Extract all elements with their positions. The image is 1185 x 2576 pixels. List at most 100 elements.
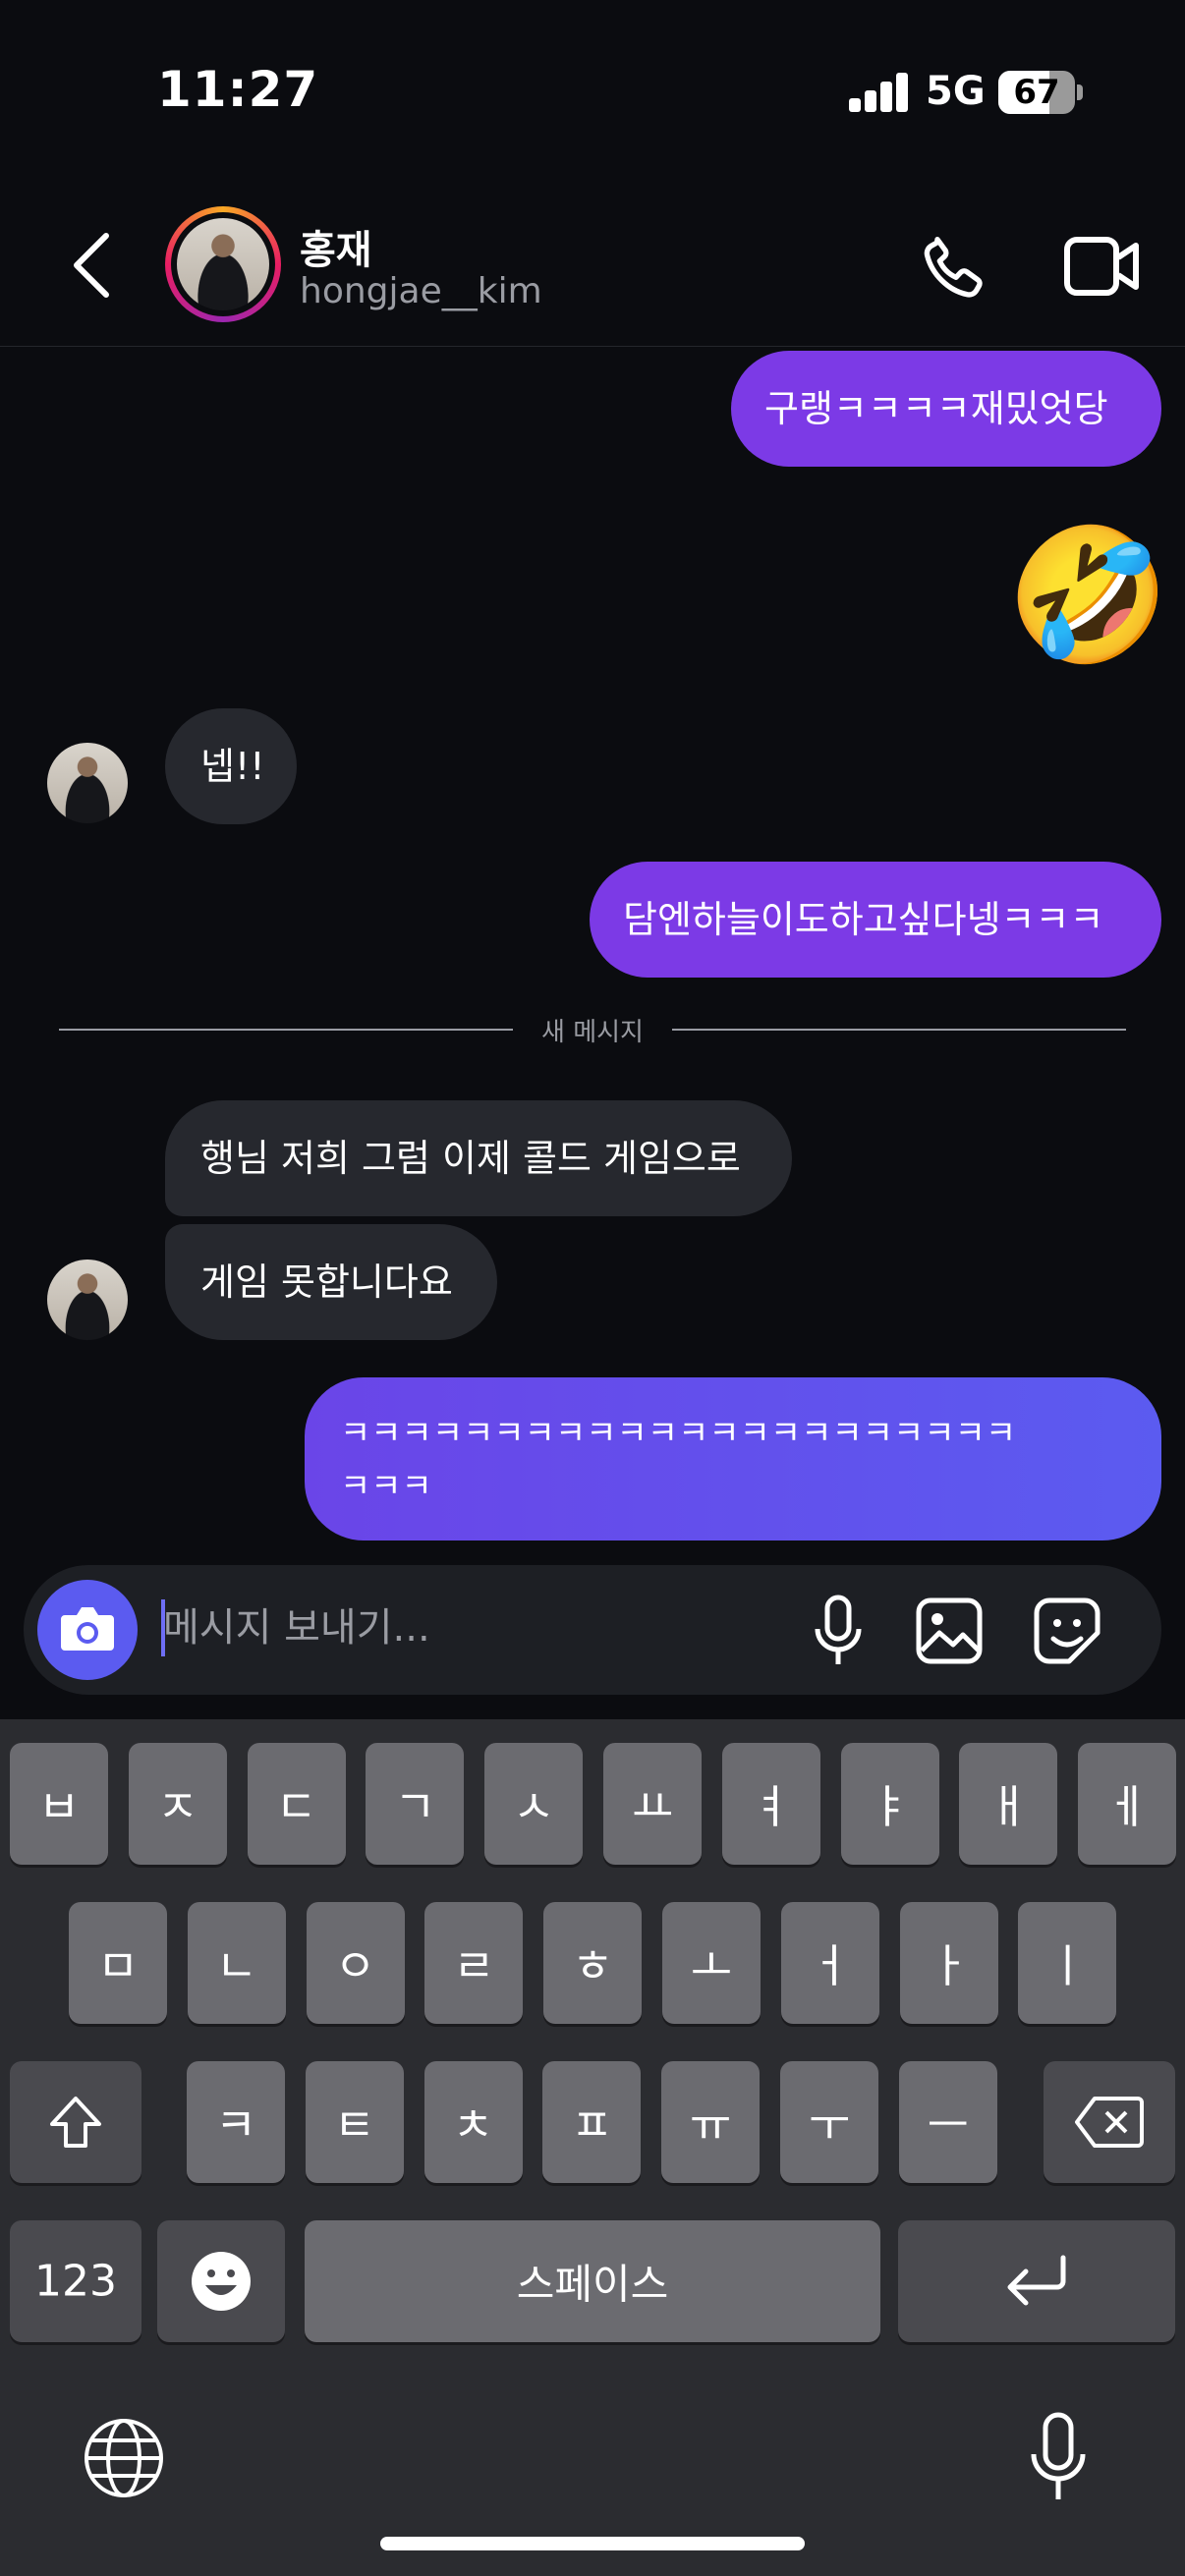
key-label: ㄱ <box>394 1780 436 1833</box>
key-label: ㅇ <box>334 1939 376 1992</box>
space-key[interactable]: 스페이스 <box>305 2220 880 2342</box>
battery-tip <box>1077 84 1083 100</box>
numbers-key[interactable]: 123 <box>10 2220 141 2342</box>
key-4[interactable]: ㄹ <box>424 1902 524 2024</box>
message-bubble-outgoing[interactable]: 구랭ㅋㅋㅋㅋ재밌엇당 <box>731 351 1161 467</box>
key-8[interactable]: ㅑ <box>840 1743 939 1865</box>
key-6[interactable]: ㅗ <box>662 1902 761 2024</box>
key-label: ㅌ <box>333 2099 375 2152</box>
avatar[interactable] <box>47 1260 128 1340</box>
avatar[interactable] <box>47 743 128 823</box>
home-indicator <box>380 2537 805 2550</box>
shift-key[interactable] <box>10 2061 141 2183</box>
key-label: ㅂ <box>37 1780 81 1833</box>
camera-icon <box>61 1607 114 1651</box>
key-label: ㅅ <box>513 1780 555 1833</box>
key-6[interactable]: ㅛ <box>603 1743 702 1865</box>
key-label: ㅎ <box>572 1939 614 1992</box>
camera-button[interactable] <box>37 1580 138 1680</box>
new-messages-label: 새 메시지 <box>541 1018 644 1047</box>
key-label: ㅣ <box>1046 1939 1089 1992</box>
back-icon[interactable] <box>63 226 122 305</box>
video-icon[interactable] <box>1063 232 1142 301</box>
key-2[interactable]: ㄴ <box>187 1902 286 2024</box>
key-9[interactable]: ㅣ <box>1018 1902 1117 2024</box>
battery-icon: 67 <box>998 71 1075 114</box>
message-bubble-outgoing[interactable]: ㅋㅋㅋㅋㅋㅋㅋㅋㅋㅋㅋㅋㅋㅋㅋㅋㅋㅋㅋㅋㅋㅋ ㅋㅋㅋ <box>305 1377 1161 1540</box>
key-7[interactable]: ㅓ <box>780 1902 879 2024</box>
key-2[interactable]: ㅈ <box>128 1743 227 1865</box>
return-key[interactable] <box>898 2220 1175 2342</box>
contact-username[interactable]: hongjae__kim <box>300 271 542 311</box>
emoji-key[interactable] <box>157 2220 285 2342</box>
message-text: ㅋㅋㅋ <box>340 1467 432 1506</box>
status-time: 11:27 <box>157 61 319 118</box>
sticker-icon[interactable] <box>1032 1596 1102 1666</box>
message-bubble-incoming[interactable]: 넵!! <box>165 708 297 824</box>
gallery-icon[interactable] <box>914 1596 985 1666</box>
key-label: ㅏ <box>928 1939 970 1992</box>
key-label: ㅡ <box>927 2099 969 2152</box>
key-1[interactable]: ㅁ <box>69 1902 167 2024</box>
key-5[interactable]: ㅠ <box>661 2061 761 2183</box>
message-text: 행님 저희 그럼 이제 콜드 게임으로 <box>200 1137 741 1180</box>
message-bubble-outgoing[interactable]: 담엔하늘이도하고싶다넹ㅋㅋㅋ <box>590 862 1161 978</box>
key-label: ㅈ <box>156 1780 198 1833</box>
key-4[interactable]: ㅍ <box>542 2061 642 2183</box>
key-label: ㄹ <box>453 1939 495 1992</box>
mic-icon[interactable] <box>804 1592 873 1670</box>
globe-icon[interactable] <box>83 2417 165 2499</box>
key-7[interactable]: ㅕ <box>721 1743 820 1865</box>
key-6[interactable]: ㅜ <box>780 2061 878 2183</box>
key-label: ㅕ <box>750 1780 792 1833</box>
message-bubble-incoming[interactable]: 행님 저희 그럼 이제 콜드 게임으로 <box>165 1100 792 1216</box>
key-label: ㅠ <box>690 2099 732 2152</box>
divider-line <box>672 1029 1126 1031</box>
message-text: ㅋㅋㅋㅋㅋㅋㅋㅋㅋㅋㅋㅋㅋㅋㅋㅋㅋㅋㅋㅋㅋㅋ <box>340 1414 1017 1453</box>
backspace-key[interactable] <box>1044 2061 1175 2183</box>
avatar[interactable] <box>165 206 281 322</box>
key-1[interactable]: ㅋ <box>187 2061 285 2183</box>
message-input[interactable] <box>163 1594 772 1662</box>
key-3[interactable]: ㄷ <box>247 1743 346 1865</box>
message-text: 담엔하늘이도하고싶다넹ㅋㅋㅋ <box>623 898 1104 941</box>
key-label: ㅁ <box>96 1939 140 1992</box>
key-7[interactable]: ㅡ <box>898 2061 997 2183</box>
key-3[interactable]: ㅇ <box>306 1902 405 2024</box>
dictation-icon[interactable] <box>1024 2411 1093 2505</box>
key-4[interactable]: ㄱ <box>366 1743 465 1865</box>
key-5[interactable]: ㅎ <box>543 1902 643 2024</box>
signal-icon <box>849 71 908 112</box>
key-label: ㅗ <box>690 1939 733 1992</box>
key-label: ㄷ <box>275 1780 317 1833</box>
key-label: ㅓ <box>809 1939 851 1992</box>
key-label: ㅋ <box>214 2099 257 2152</box>
shift-icon <box>50 2097 101 2148</box>
key-label: ㅛ <box>631 1780 674 1833</box>
key-label: ㅊ <box>452 2099 494 2152</box>
message-bubble-incoming[interactable]: 게임 못합니다요 <box>165 1224 497 1340</box>
avatar-photo <box>177 218 269 310</box>
key-10[interactable]: ㅔ <box>1078 1743 1177 1865</box>
key-label: ㅜ <box>808 2099 851 2152</box>
return-icon <box>1007 2255 1066 2306</box>
network-type: 5G <box>926 69 986 114</box>
key-2[interactable]: ㅌ <box>305 2061 404 2183</box>
divider-line <box>59 1029 513 1031</box>
phone-icon[interactable] <box>916 228 994 307</box>
battery-level: 67 <box>1013 73 1060 112</box>
key-1[interactable]: ㅂ <box>10 1743 108 1865</box>
key-label: ㅐ <box>988 1780 1030 1833</box>
key-label: ㅔ <box>1106 1780 1149 1833</box>
backspace-icon <box>1075 2097 1144 2148</box>
key-3[interactable]: ㅊ <box>423 2061 523 2183</box>
key-8[interactable]: ㅏ <box>899 1902 998 2024</box>
contact-name[interactable]: 홍재 <box>300 218 372 275</box>
message-text: 구랭ㅋㅋㅋㅋ재밌엇당 <box>764 387 1108 430</box>
key-label: ㅍ <box>571 2099 613 2152</box>
emoji-message[interactable]: 🤣 <box>1006 517 1170 674</box>
key-label: ㄴ <box>215 1939 257 1992</box>
numbers-key-label: 123 <box>34 2256 117 2307</box>
key-9[interactable]: ㅐ <box>959 1743 1058 1865</box>
key-5[interactable]: ㅅ <box>484 1743 584 1865</box>
